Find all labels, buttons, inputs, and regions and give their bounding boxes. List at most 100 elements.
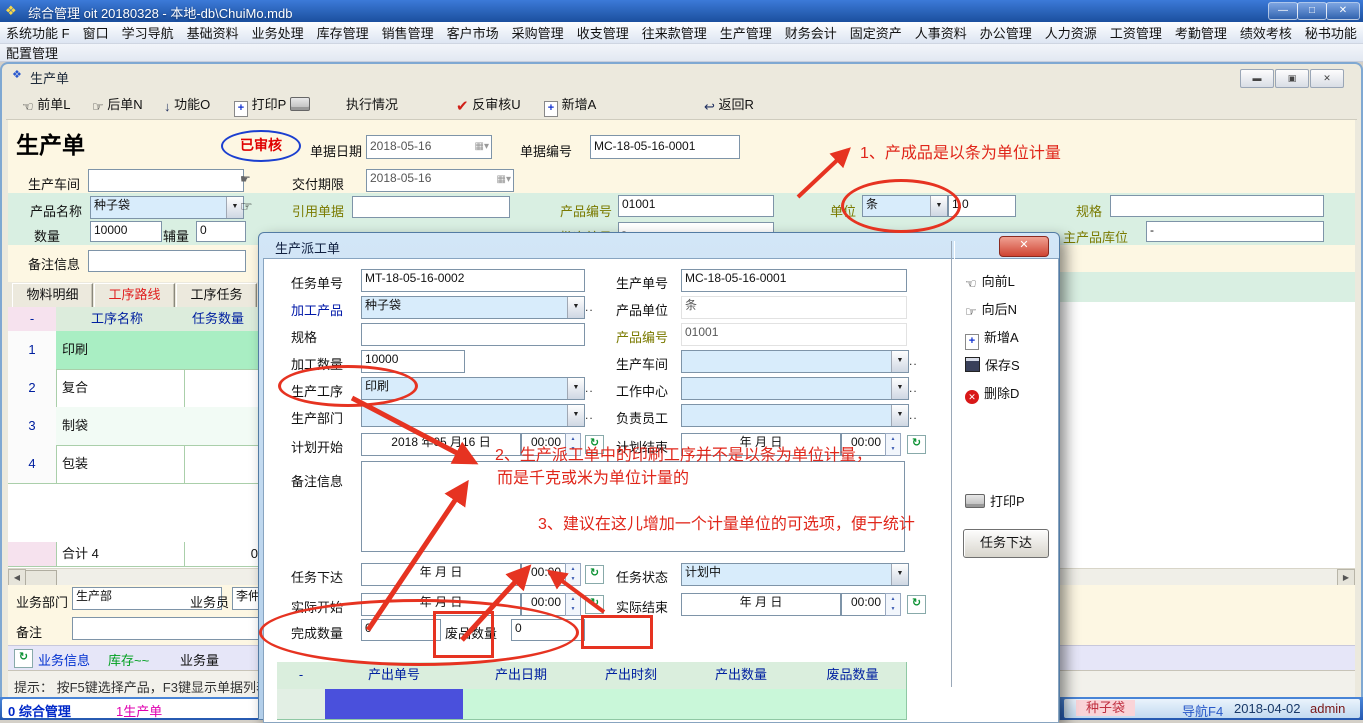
nav-delete-button[interactable]: ✕删除D [965, 383, 1019, 404]
print-button[interactable]: + 打印P [234, 96, 310, 114]
menu-item[interactable]: 人力资源 [1045, 23, 1097, 42]
dropdown-icon[interactable]: ▼ [567, 405, 584, 426]
table-row[interactable]: 制袋 [56, 407, 185, 446]
dialog-close-button[interactable]: ✕ [999, 236, 1049, 257]
refresh-icon[interactable]: ↻ [14, 649, 33, 668]
workshop-field[interactable] [88, 169, 244, 192]
dispatch-task-button[interactable]: 任务下达 [963, 529, 1049, 558]
menu-item[interactable]: 基础资料 [187, 23, 239, 42]
spinner-up-icon[interactable]: ▲ [566, 594, 580, 604]
product-browse-button[interactable]: .. [585, 300, 594, 314]
aux-qty-field[interactable]: 0 [196, 221, 246, 242]
tab-material-detail[interactable]: 物料明细 [12, 283, 93, 309]
menu-item[interactable]: 生产管理 [720, 23, 772, 42]
menu-item[interactable]: 学习导航 [122, 23, 174, 42]
spec-field[interactable] [361, 323, 585, 346]
tab-process-task[interactable]: 工序任务 [176, 283, 257, 309]
table-cell[interactable] [178, 407, 258, 446]
out-row-index[interactable] [277, 689, 326, 720]
dept-browse-button[interactable]: .. [585, 408, 594, 422]
deadline-field[interactable]: 2018-05-16▦▾ [366, 169, 514, 192]
menu-item[interactable]: 客户市场 [447, 23, 499, 42]
table-cell[interactable] [178, 369, 258, 408]
product-name-dropdown[interactable]: 种子袋▼ [90, 196, 244, 219]
time-spinner[interactable]: ▲▼ [885, 433, 901, 456]
menu-item-config[interactable]: 配置管理 [6, 43, 58, 62]
window-minimize-button[interactable]: ▬ [1240, 69, 1274, 88]
menu-item[interactable]: 窗口 [83, 23, 109, 42]
prev-doc-button[interactable]: ☜ 前单L [22, 96, 71, 114]
spinner-down-icon[interactable]: ▼ [886, 604, 900, 614]
task-no-field[interactable]: MT-18-05-16-0002 [361, 269, 585, 292]
doc-date-field[interactable]: 2018-05-16▦▾ [366, 135, 492, 159]
next-doc-button[interactable]: ☞ 后单N [92, 96, 143, 114]
spec-field[interactable] [1110, 195, 1324, 217]
menu-item[interactable]: 考勤管理 [1175, 23, 1227, 42]
dropdown-icon[interactable]: ▼ [891, 351, 908, 372]
menu-item[interactable]: 系统功能 F [6, 23, 70, 42]
menu-item[interactable]: 收支管理 [577, 23, 629, 42]
menu-item[interactable]: 工资管理 [1110, 23, 1162, 42]
table-cell[interactable] [178, 445, 258, 484]
menu-item[interactable]: 财务会计 [785, 23, 837, 42]
workshop-dropdown[interactable]: ▼ [681, 350, 909, 373]
menu-item[interactable]: 业务处理 [252, 23, 304, 42]
menu-item[interactable]: 人事资料 [915, 23, 967, 42]
dept-dropdown[interactable]: ▼ [361, 404, 585, 427]
nav-print-button[interactable]: 打印P [965, 491, 1025, 510]
menu-item[interactable]: 采购管理 [512, 23, 564, 42]
spinner-down-icon[interactable]: ▼ [886, 444, 900, 454]
window-close-button[interactable]: ✕ [1310, 69, 1344, 88]
app-close-button[interactable]: ✕ [1326, 2, 1360, 20]
workshop-browse-button[interactable]: .. [909, 354, 918, 368]
menu-item[interactable]: 销售管理 [382, 23, 434, 42]
function-button[interactable]: ↓ 功能O [164, 96, 210, 114]
spinner-up-icon[interactable]: ▲ [886, 434, 900, 444]
nav-save-button[interactable]: 保存S [965, 355, 1020, 374]
out-cell[interactable] [683, 689, 800, 720]
ref-doc-field[interactable] [352, 196, 510, 218]
note-field[interactable] [72, 617, 264, 640]
main-loc-field[interactable]: - [1146, 221, 1324, 242]
right-hscrollbar[interactable]: ▶ [1056, 568, 1355, 585]
taskbar-nav[interactable]: 导航F4 [1182, 701, 1223, 720]
table-row[interactable]: 复合 [56, 369, 185, 408]
menu-item[interactable]: 固定资产 [850, 23, 902, 42]
table-cell[interactable] [178, 331, 258, 370]
left-hscrollbar[interactable]: ◀ [8, 568, 258, 585]
app-restore-button[interactable]: □ [1297, 2, 1327, 20]
doc-no-field[interactable]: MC-18-05-16-0001 [590, 135, 740, 159]
spinner-down-icon[interactable]: ▼ [566, 574, 580, 584]
nav-add-button[interactable]: +新增A [965, 327, 1019, 350]
execution-status-button[interactable]: 执行情况 [346, 96, 398, 114]
workcenter-dropdown[interactable]: ▼ [681, 377, 909, 400]
app-minimize-button[interactable]: — [1268, 2, 1298, 20]
out-selected-cell[interactable] [325, 689, 464, 720]
add-new-button[interactable]: + 新增A [544, 96, 596, 114]
product-no-field[interactable]: 01001 [618, 195, 774, 217]
dropdown-icon[interactable]: ▼ [891, 564, 908, 585]
time-spinner[interactable]: ▲▼ [885, 593, 901, 616]
status-dropdown[interactable]: 计划中▼ [681, 563, 909, 586]
taskbar-group[interactable]: 0 综合管理 [8, 701, 71, 720]
refresh-icon[interactable]: ↻ [585, 565, 604, 584]
unapprove-button[interactable]: ✔ 反审核U [456, 96, 521, 114]
refresh-icon[interactable]: ↻ [585, 595, 604, 614]
dropdown-icon[interactable]: ▼ [891, 378, 908, 399]
actual-end-time[interactable]: 00:00 [841, 593, 891, 616]
spinner-up-icon[interactable]: ▲ [886, 594, 900, 604]
dispatch-time[interactable]: 00:00 [521, 563, 571, 586]
process-browse-button[interactable]: .. [585, 381, 594, 395]
time-spinner[interactable]: ▲▼ [565, 593, 581, 616]
spinner-up-icon[interactable]: ▲ [566, 564, 580, 574]
taskbar-doc[interactable]: 1生产单 [116, 701, 162, 720]
workcenter-browse-button[interactable]: .. [909, 381, 918, 395]
dispatch-date[interactable]: 年 月 日 [361, 563, 521, 586]
biz-info-link[interactable]: 业务信息 [38, 650, 90, 669]
menu-item[interactable]: 绩效考核 [1240, 23, 1292, 42]
product-dropdown[interactable]: 种子袋▼ [361, 296, 585, 319]
out-cell[interactable] [579, 689, 684, 720]
actual-end-date[interactable]: 年 月 日 [681, 593, 841, 616]
refresh-icon[interactable]: ↻ [907, 595, 926, 614]
nav-next-button[interactable]: ☞向后N [965, 299, 1017, 320]
